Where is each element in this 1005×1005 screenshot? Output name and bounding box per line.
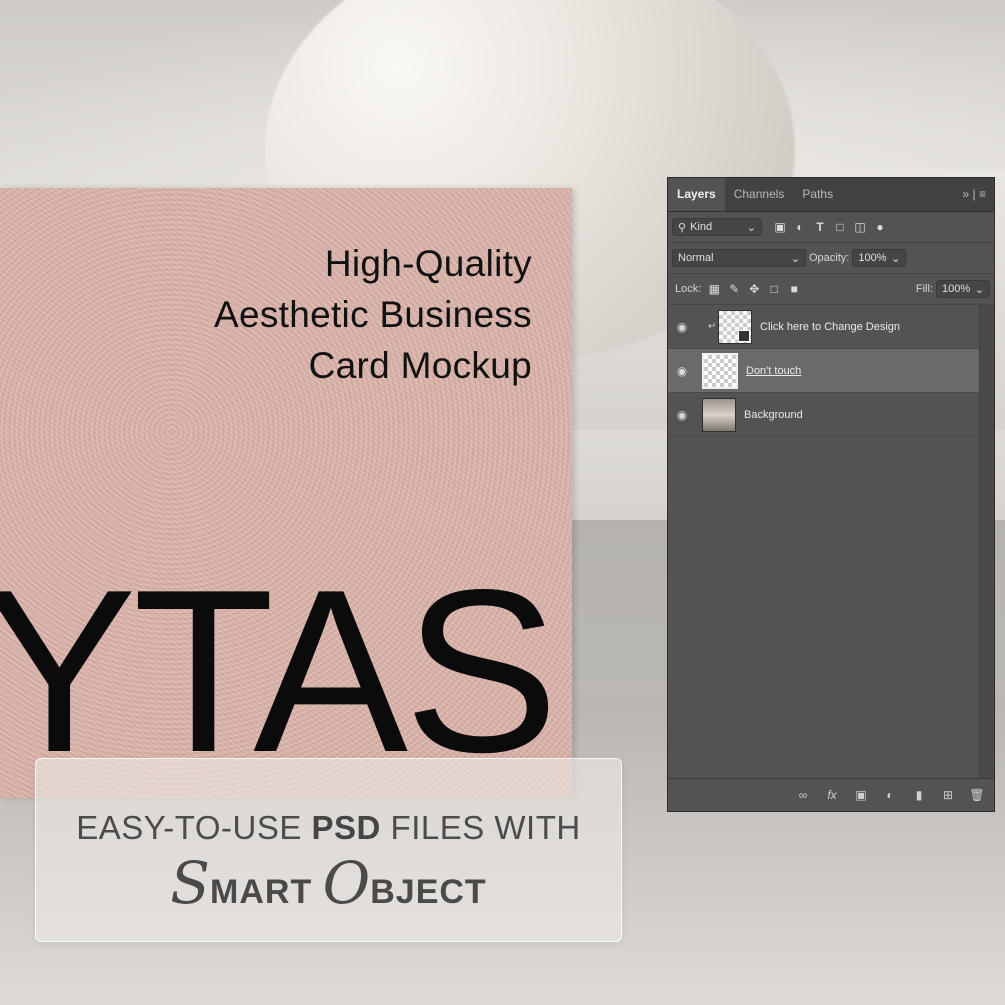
trash-icon[interactable]: 🗑 [968,788,986,802]
adjustment-filter-icon[interactable]: ◐ [790,220,810,234]
chevron-down-icon: ⌄ [790,252,800,265]
lock-position-icon[interactable]: ✥ [744,282,764,296]
card-title-line: Card Mockup [308,345,532,386]
mask-icon[interactable]: ▣ [852,788,870,802]
banner-psd-text: PSD [311,809,381,846]
panel-menu-icon[interactable]: » | ≡ [963,178,986,211]
banner-text: EASY-TO-USE [76,809,312,846]
layer-thumbnail [718,309,752,344]
filter-toggle-icon[interactable]: ● [870,220,890,234]
promo-banner: EASY-TO-USE PSD FILES WITH SMART OBJECT [35,758,622,942]
panel-footer: ∞ fx ▣ ◐ ▮ ⊞ 🗑 [668,778,994,811]
blend-row: Normal ⌄ Opacity: 100% ⌄ [668,243,994,274]
image-filter-icon[interactable]: ▣ [770,220,790,234]
layer-thumbnail [702,397,736,432]
card-big-text: YTAS [0,542,559,801]
layers-panel: Layers Channels Paths » | ≡ ⚲ Kind ⌄ ▣ ◐… [667,177,995,812]
chevron-down-icon: ⌄ [974,283,984,296]
lock-artboard-icon[interactable]: □ [764,282,784,296]
card-title-line: High-Quality [324,243,532,284]
smart-object-badge-icon [738,329,750,342]
panel-tabs: Layers Channels Paths » | ≡ [668,178,994,212]
chevron-down-icon: ⌄ [746,221,756,234]
opacity-label: Opacity: [809,252,850,264]
fill-label: Fill: [915,283,933,295]
blend-mode-label: Normal [678,252,714,264]
layer-name[interactable]: Click here to Change Design [760,321,900,333]
layer-list: ◉ ↵ Click here to Change Design ◉ Don't … [668,305,980,437]
layer-row[interactable]: ◉ Background [668,393,980,437]
layer-thumbnail [702,352,738,389]
opacity-input[interactable]: 100% ⌄ [852,249,907,267]
lock-row: Lock: ▦ ✎ ✥ □ ■ Fill: 100% ⌄ [668,274,994,305]
eye-icon[interactable]: ◉ [668,364,696,378]
layer-row-selected[interactable]: ◉ Don't touch [668,349,980,393]
new-layer-icon[interactable]: ⊞ [939,788,957,802]
smart-text: MART [210,873,323,911]
business-card: High-Quality Aesthetic Business Card Moc… [0,188,572,798]
card-title: High-Quality Aesthetic Business Card Moc… [214,238,532,391]
layer-name[interactable]: Don't touch [746,365,801,377]
banner-line-1: EASY-TO-USE PSD FILES WITH [36,809,621,847]
shape-filter-icon[interactable]: □ [830,220,850,234]
blend-mode-select[interactable]: Normal ⌄ [672,249,806,267]
fx-icon[interactable]: fx [823,788,841,802]
eye-icon[interactable]: ◉ [668,408,696,422]
card-title-line: Aesthetic Business [213,294,532,335]
lock-transparent-icon[interactable]: ▦ [704,282,724,296]
tab-channels[interactable]: Channels [725,178,794,211]
folder-icon[interactable]: ▮ [910,788,928,802]
layer-name[interactable]: Background [744,409,803,421]
object-text: BJECT [370,873,487,911]
lock-all-icon[interactable]: ■ [784,282,804,296]
lock-image-icon[interactable]: ✎ [724,282,744,296]
fill-value: 100% [942,283,971,295]
filter-kind-select[interactable]: ⚲ Kind ⌄ [672,218,762,236]
adjustment-icon[interactable]: ◐ [881,788,899,802]
object-initial: O [322,849,371,917]
layers-scrollbar[interactable] [979,305,994,779]
filter-kind-label: Kind [690,221,713,233]
eye-icon[interactable]: ◉ [668,320,696,334]
lock-label: Lock: [675,283,702,295]
type-filter-icon[interactable]: T [810,220,830,234]
opacity-value: 100% [858,252,887,264]
link-icon[interactable]: ∞ [794,788,812,802]
clipping-arrow-icon: ↵ [708,321,717,332]
search-icon: ⚲ [678,221,687,234]
smart-object-filter-icon[interactable]: ◫ [850,220,870,234]
layer-row[interactable]: ◉ ↵ Click here to Change Design [668,305,980,349]
tab-paths[interactable]: Paths [793,178,842,211]
banner-line-2: SMART OBJECT [36,849,621,917]
chevron-down-icon: ⌄ [891,252,901,265]
filter-row: ⚲ Kind ⌄ ▣ ◐ T □ ◫ ● [668,212,994,243]
fill-input[interactable]: 100% ⌄ [936,280,990,298]
smart-initial: S [170,849,211,917]
banner-text: FILES WITH [380,809,581,846]
tab-layers[interactable]: Layers [668,178,725,211]
